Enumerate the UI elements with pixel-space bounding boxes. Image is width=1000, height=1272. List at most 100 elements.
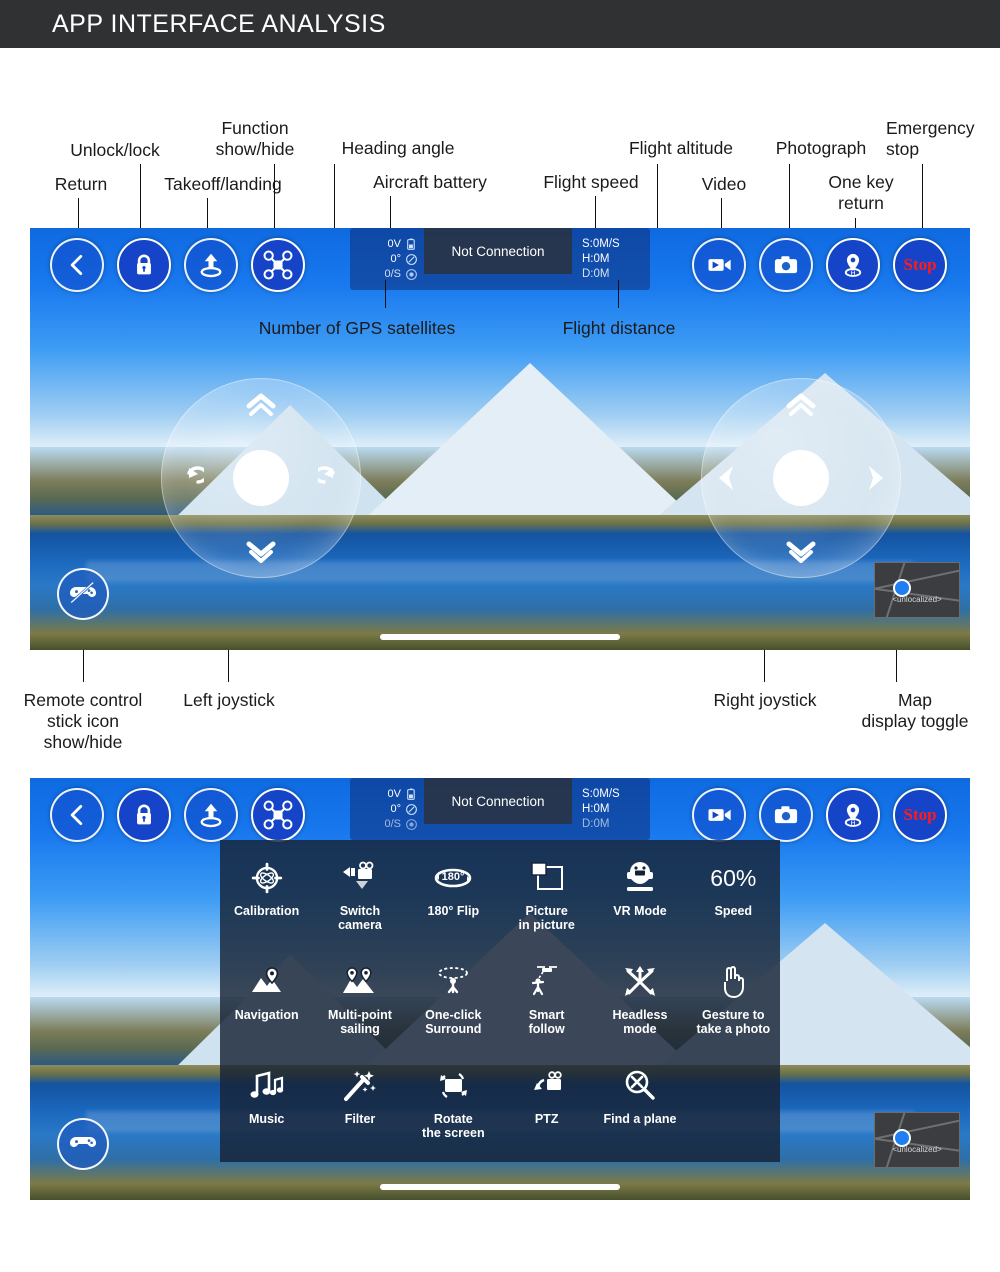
left-joystick[interactable] [161,378,361,578]
photo-button-2[interactable] [759,788,813,842]
left-joystick-knob[interactable] [233,450,289,506]
annotation-left-joystick: Left joystick [183,690,275,710]
map-pin-icon [250,962,284,1002]
picture-in-picture-icon [529,858,565,898]
menu-item-label: Switch camera [338,904,382,932]
distance-readout-2: D:0M [582,818,610,830]
video-camera-icon [705,801,733,829]
annotation-flight-distance: Flight distance [562,318,676,338]
battery-icon [405,788,418,801]
emergency-stop-button[interactable]: Stop [893,238,947,292]
speed-value: 60% [710,858,756,898]
leader-left-joystick [228,650,229,682]
menu-item-switch-camera[interactable]: Switch camera [313,858,406,962]
leader-speed [595,196,596,232]
menu-item-find-a-plane[interactable]: Find a plane [593,1066,686,1162]
back-button-2[interactable] [50,788,104,842]
multi-pin-icon [341,962,379,1002]
remote-stick-toggle-button[interactable] [57,568,109,620]
speed-percent-text: 60% [710,864,757,891]
function-menu-row-1: Calibration Switch camera 180° 180° Flip… [220,858,780,962]
annotation-unlock-lock: Unlock/lock [70,140,160,160]
menu-item-label: PTZ [534,1111,559,1126]
telemetry-hud: 0V 0° 0/S Not Connection S:0M/S H:0M D:0… [350,228,650,290]
leader-remote-stick [83,650,84,682]
joystick-forward-icon [785,393,817,417]
annotation-heading-angle: Heading angle [341,138,455,158]
menu-item-music[interactable]: Music [220,1066,313,1162]
menu-item-calibration[interactable]: Calibration [220,858,313,962]
menu-item-filter[interactable]: Filter [313,1066,406,1162]
heading-value: 0° [390,803,401,815]
joystick-down-icon [245,539,277,563]
joystick-rotate-right-icon [318,466,346,490]
camera-icon [772,251,800,279]
app-screenshot-main: 0V 0° 0/S Not Connection S:0M/S H:0M D:0… [30,228,970,650]
right-joystick-knob[interactable] [773,450,829,506]
connection-status-text: Not Connection [451,793,545,809]
connection-status-2: Not Connection [424,778,572,824]
svg-text:H: H [850,821,855,828]
map-display-toggle[interactable]: <unlocalized> [874,562,960,618]
leader-photograph [789,164,790,238]
menu-item-label: Multi-point sailing [328,1007,392,1036]
joystick-up-icon [245,393,277,417]
menu-item-multi-point-sailing[interactable]: Multi-point sailing [313,962,406,1066]
photo-button[interactable] [759,238,813,292]
chevron-left-icon [64,252,90,278]
menu-item-headless-mode[interactable]: Headless mode [593,962,686,1066]
function-menu-row-3: Music Filter Rotate the screen PTZ Find … [220,1066,780,1162]
menu-item-rotate-screen[interactable]: Rotate the screen [407,1066,500,1162]
menu-item-label: Gesture to take a photo [696,1007,771,1036]
function-menu-row-2: Navigation Multi-point sailing One-click… [220,962,780,1066]
menu-item-smart-follow[interactable]: Smart follow [500,962,593,1066]
video-button-2[interactable] [692,788,746,842]
svg-text:180°: 180° [442,871,465,883]
satellite-icon [405,818,418,831]
takeoff-icon [196,800,226,830]
emergency-stop-button-2[interactable]: Stop [893,788,947,842]
takeoff-landing-button-2[interactable] [184,788,238,842]
menu-item-vr-mode[interactable]: VR Mode [593,858,686,962]
annotation-emergency-stop: Emergency stop [886,118,975,159]
menu-item-ptz[interactable]: PTZ [500,1066,593,1162]
lock-button-2[interactable] [117,788,171,842]
switch-camera-icon [341,858,379,898]
function-toggle-button[interactable] [251,238,305,292]
telemetry-right-column: S:0M/S H:0M D:0M [572,228,650,290]
leader-emergency-stop [922,164,923,238]
menu-item-one-click-surround[interactable]: One-click Surround [407,962,500,1066]
lock-icon [131,802,157,828]
return-home-button-2[interactable]: H [826,788,880,842]
gps-value: 0/S [384,818,401,830]
gamepad-icon [67,1126,99,1163]
telemetry-hud-2: 0V 0° 0/S Not Connection S:0M/S H:0M D:0… [350,778,650,840]
telemetry-left-column-2: 0V 0° 0/S [350,778,424,840]
takeoff-landing-button[interactable] [184,238,238,292]
annotation-right-joystick: Right joystick [713,690,817,710]
battery-icon [405,238,418,251]
return-home-button[interactable]: H [826,238,880,292]
battery-readout: 0V [350,238,418,251]
function-toggle-button-2[interactable] [251,788,305,842]
lock-button[interactable] [117,238,171,292]
right-joystick[interactable] [701,378,901,578]
chevron-left-icon [64,802,90,828]
drone-icon [262,249,294,281]
menu-item-label: Find a plane [603,1111,677,1126]
video-button[interactable] [692,238,746,292]
surround-icon [435,962,471,1002]
menu-item-speed[interactable]: 60% Speed [687,858,780,962]
menu-item-navigation[interactable]: Navigation [220,962,313,1066]
menu-item-gesture-photo[interactable]: Gesture to take a photo [687,962,780,1066]
remote-stick-toggle-button-2[interactable] [57,1118,109,1170]
connection-status: Not Connection [424,228,572,274]
menu-item-label: Filter [344,1111,376,1126]
battery-readout-2: 0V [350,788,418,801]
menu-item-picture-in-picture[interactable]: Picture in picture [500,858,593,962]
magic-wand-icon [342,1066,378,1106]
map-display-toggle-2[interactable]: <unlocalized> [874,1112,960,1168]
back-button[interactable] [50,238,104,292]
menu-item-180-flip[interactable]: 180° 180° Flip [407,858,500,962]
heading-readout-2: 0° [350,803,418,816]
